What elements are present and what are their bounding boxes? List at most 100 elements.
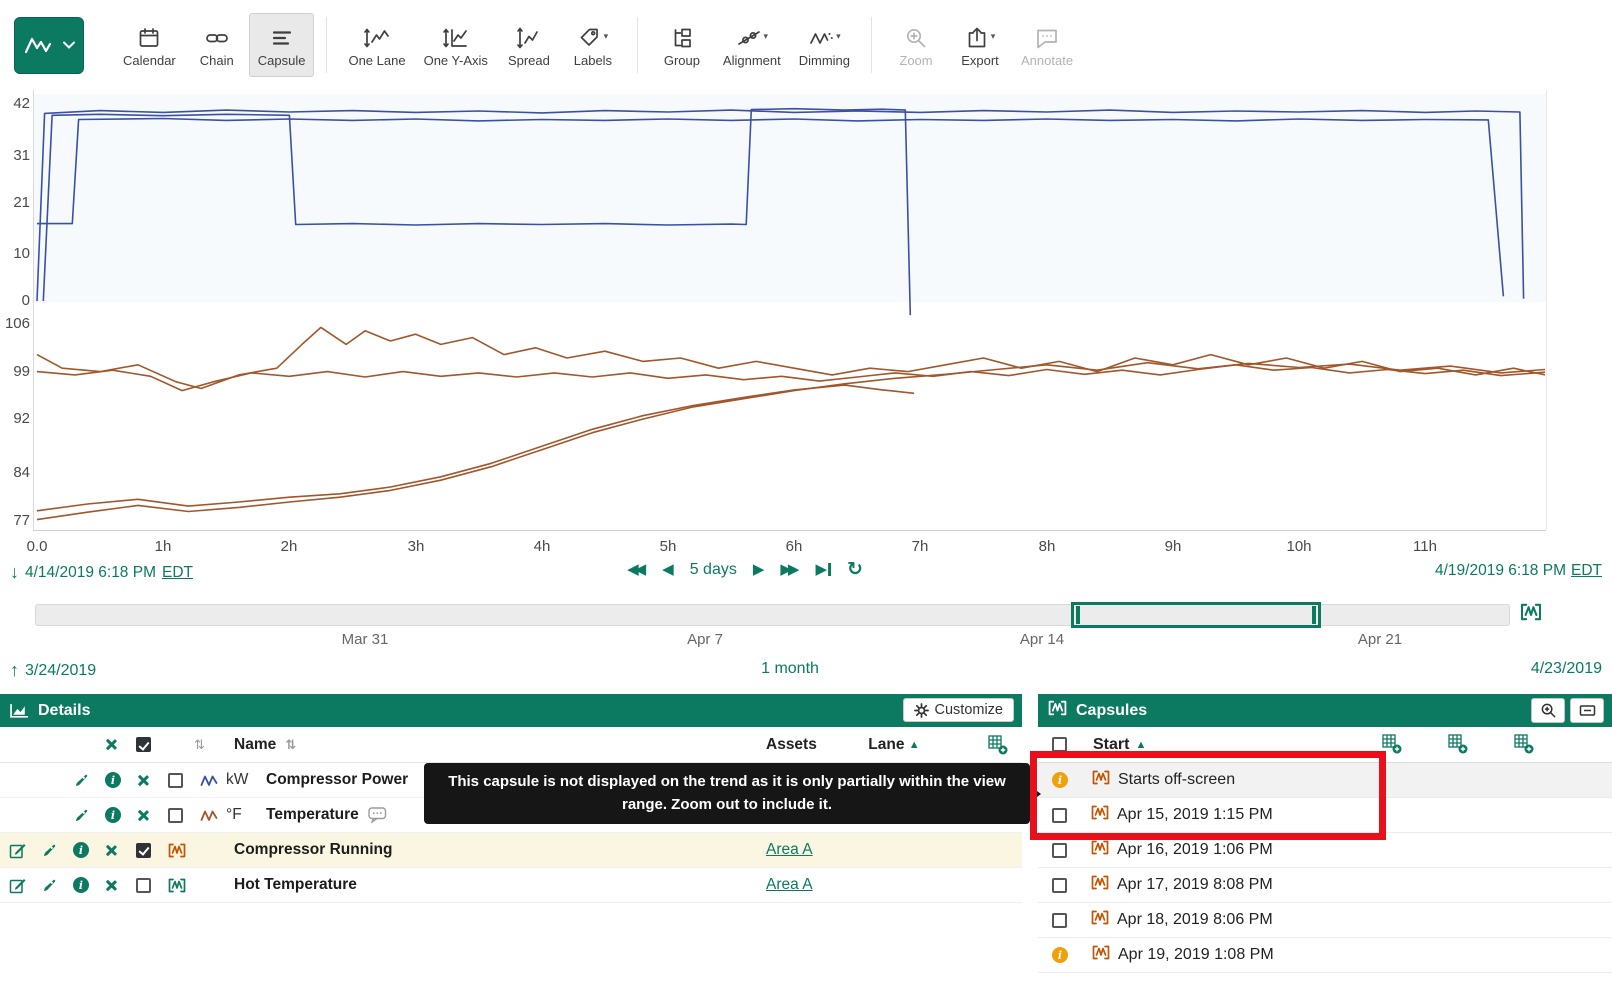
capsule-row[interactable]: Apr 16, 2019 1:06 PM [1038, 833, 1612, 868]
select-all-capsules-checkbox[interactable] [1052, 737, 1067, 752]
refresh-icon[interactable]: ↻ [847, 560, 863, 579]
timezone-link[interactable]: EDT [1571, 562, 1602, 580]
remove-item-icon[interactable] [137, 774, 150, 787]
zoom-to-capsule-button[interactable] [1531, 698, 1565, 723]
timezone-link[interactable]: EDT [162, 564, 193, 582]
select-all-checkbox[interactable] [136, 737, 151, 752]
trend-chart[interactable]: 42 31 21 10 0 106 99 92 84 77 0.0 1h 2h … [0, 90, 1612, 560]
jump-up-icon[interactable]: ↑ [10, 660, 19, 681]
item-checkbox[interactable] [168, 773, 183, 788]
comment-icon[interactable] [368, 807, 387, 823]
item-info-icon[interactable]: i [105, 807, 121, 823]
capsule-row[interactable]: Apr 17, 2019 8:08 PM [1038, 868, 1612, 903]
capsule-checkbox[interactable] [1052, 878, 1067, 893]
chain-button[interactable]: Chain [185, 13, 249, 77]
selection-right-handle[interactable] [1312, 606, 1316, 624]
timeline-selection[interactable] [1071, 602, 1321, 628]
selection-left-handle[interactable] [1076, 606, 1080, 624]
capsule-checkbox[interactable] [1052, 913, 1067, 928]
sort-asc-icon[interactable]: ▲ [1135, 739, 1146, 751]
capsule-row[interactable]: Apr 15, 2019 1:15 PM [1038, 798, 1612, 833]
capsules-panel-title: Capsules [1076, 702, 1147, 720]
collapse-panel-button[interactable] [1570, 698, 1604, 723]
asset-link[interactable]: Area A [766, 841, 813, 859]
add-column-icon[interactable] [988, 735, 1008, 760]
capsule-time-button[interactable]: Capsule [249, 13, 315, 77]
warning-info-icon[interactable]: i [1052, 772, 1068, 788]
jump-to-start-icon[interactable]: ↓ [10, 562, 19, 583]
edit-formula-icon[interactable] [0, 877, 34, 894]
range-end-date: 4/19/2019 6:18 PM [1435, 562, 1566, 580]
duration-label[interactable]: 5 days [690, 561, 737, 579]
spread-button[interactable]: Spread [497, 13, 561, 77]
timeline-scrubber[interactable] [35, 604, 1510, 626]
item-info-icon[interactable]: i [73, 877, 89, 893]
capsule-row-offscreen[interactable]: i Starts off-screen [1038, 763, 1612, 798]
dimming-button[interactable]: ▾ Dimming [790, 13, 859, 77]
derive-rocket-icon[interactable] [66, 772, 98, 788]
capsules-panel-header: Capsules [1038, 694, 1612, 727]
asset-link[interactable]: Area A [766, 876, 813, 894]
sort-icon[interactable]: ⇅ [285, 737, 296, 753]
capsule-checkbox[interactable] [1052, 808, 1067, 823]
condition-green-icon[interactable] [160, 878, 194, 893]
capsules-panel-icon [1048, 700, 1067, 721]
add-column-icon[interactable] [1448, 734, 1468, 759]
step-back-fast-button[interactable]: ◀◀ [627, 562, 646, 577]
remove-item-icon[interactable] [105, 879, 118, 892]
remove-item-icon[interactable] [137, 809, 150, 822]
capsule-row[interactable]: i Apr 19, 2019 1:08 PM [1038, 938, 1612, 973]
name-column-header[interactable]: Name [234, 736, 276, 754]
group-button[interactable]: Group [650, 13, 714, 77]
one-lane-button[interactable]: One Lane [339, 13, 414, 77]
capsule-row[interactable]: Apr 18, 2019 8:06 PM [1038, 903, 1612, 938]
warning-info-icon[interactable]: i [1052, 947, 1068, 963]
start-column-header[interactable]: Start [1093, 736, 1129, 754]
remove-all-icon[interactable] [105, 738, 118, 751]
y-tick: 99 [0, 363, 30, 381]
derive-rocket-icon[interactable] [34, 842, 66, 858]
step-to-end-button[interactable]: ▶ [815, 562, 831, 577]
remove-item-icon[interactable] [105, 844, 118, 857]
step-back-button[interactable]: ◀ [662, 562, 674, 577]
condition-orange-icon[interactable] [160, 843, 194, 858]
item-checkbox[interactable] [168, 808, 183, 823]
signal-blue-icon[interactable] [192, 774, 226, 787]
one-y-axis-icon [442, 22, 470, 50]
calendar-button[interactable]: Calendar [114, 13, 185, 77]
derive-rocket-icon[interactable] [34, 877, 66, 893]
trend-view-menu-button[interactable] [14, 17, 84, 74]
assets-column-header[interactable]: Assets [766, 736, 817, 754]
export-button[interactable]: ▾ Export [948, 13, 1012, 77]
item-info-icon[interactable]: i [105, 772, 121, 788]
sort-icon[interactable]: ⇅ [194, 737, 205, 753]
signal-brown-icon[interactable] [192, 809, 226, 822]
lane-column-header[interactable]: Lane [868, 736, 904, 754]
step-forward-fast-button[interactable]: ▶▶ [780, 562, 799, 577]
investigate-duration: 1 month [761, 660, 819, 678]
step-forward-button[interactable]: ▶ [753, 562, 765, 577]
derive-rocket-icon[interactable] [66, 807, 98, 823]
chain-label: Chain [200, 53, 234, 68]
labels-button[interactable]: ▾ Labels [561, 13, 625, 77]
add-column-icon[interactable] [1514, 734, 1534, 759]
zoom-label: Zoom [899, 53, 932, 68]
customize-button[interactable]: Customize [903, 698, 1015, 722]
annotate-button: Annotate [1012, 13, 1082, 77]
add-column-icon[interactable] [1382, 734, 1402, 759]
condition-orange-icon [1091, 875, 1109, 895]
item-checkbox[interactable] [136, 843, 151, 858]
sort-asc-icon[interactable]: ▲ [909, 739, 920, 751]
edit-formula-icon[interactable] [0, 842, 34, 859]
capsule-checkbox[interactable] [1052, 843, 1067, 858]
chevron-down-icon: ▾ [836, 31, 841, 42]
capsule-start-label: Apr 16, 2019 1:06 PM [1117, 841, 1273, 859]
trend-series-canvas[interactable] [0, 90, 1612, 560]
item-checkbox[interactable] [136, 878, 151, 893]
alignment-button[interactable]: ▾ Alignment [714, 13, 790, 77]
item-info-icon[interactable]: i [73, 842, 89, 858]
calendar-icon [137, 22, 161, 50]
one-y-axis-button[interactable]: One Y-Axis [415, 13, 497, 77]
investigate-start-date: 3/24/2019 [25, 662, 96, 680]
one-lane-icon [363, 22, 391, 50]
